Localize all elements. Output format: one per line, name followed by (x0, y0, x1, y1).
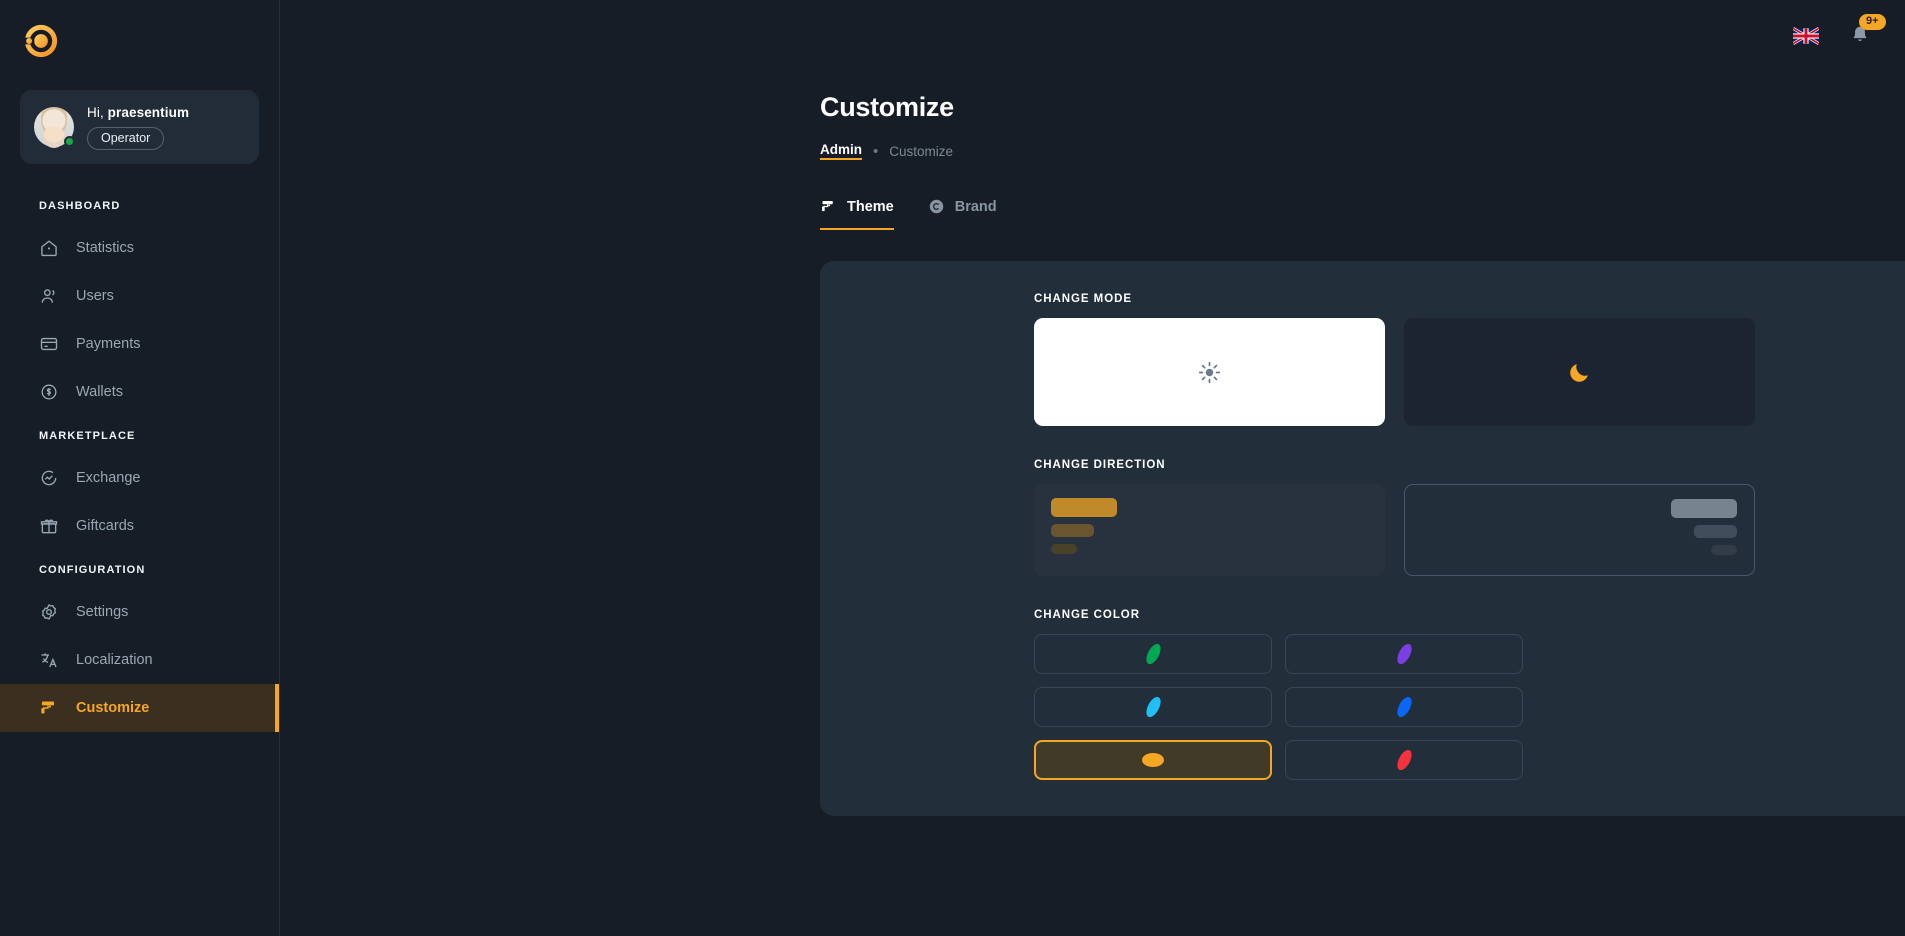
app-root: Hi, praesentium Operator DASHBOARD Stati… (0, 0, 1905, 936)
sidebar-item-label: Wallets (76, 384, 123, 400)
sidebar-item-localization[interactable]: Localization (0, 636, 279, 684)
color-swatch-orange (1142, 753, 1164, 767)
change-mode-options (820, 318, 1905, 426)
direction-option-ltr[interactable] (1034, 484, 1385, 576)
color-option-cyan[interactable] (1034, 687, 1272, 727)
sidebar-item-label: Statistics (76, 240, 135, 256)
sidebar-item-customize[interactable]: Customize (0, 684, 279, 732)
rtl-bar-large (1671, 499, 1737, 518)
sidebar-item-label: Localization (76, 652, 153, 668)
avatar (34, 107, 75, 147)
change-color-label: CHANGE COLOR (1034, 609, 1140, 621)
sidebar-item-label: Settings (76, 604, 129, 620)
change-color-options (820, 634, 1560, 780)
gift-icon (40, 519, 58, 534)
color-option-purple[interactable] (1285, 634, 1523, 674)
sidebar: Hi, praesentium Operator DASHBOARD Stati… (0, 0, 280, 936)
color-swatch-purple (1393, 641, 1415, 667)
paint-roller-icon (821, 200, 833, 212)
color-option-orange[interactable] (1034, 740, 1272, 780)
paint-roller-icon (41, 701, 54, 714)
page-header: Customize Admin • Customize (280, 72, 1905, 160)
tab-theme[interactable]: Theme (820, 198, 894, 230)
change-direction-section: CHANGE DIRECTION (820, 459, 1905, 576)
change-mode-section: CHANGE MODE (820, 293, 1905, 426)
change-mode-label: CHANGE MODE (1034, 293, 1132, 305)
profile-card[interactable]: Hi, praesentium Operator (20, 90, 259, 164)
greeting-text: Hi, (87, 104, 104, 120)
rtl-bar-medium (1694, 525, 1737, 538)
sidebar-item-label: Users (76, 288, 114, 304)
online-status-dot-icon (64, 136, 75, 147)
logo-container[interactable] (0, 0, 279, 72)
nav-group-label-configuration: CONFIGURATION (39, 564, 146, 576)
page-title: Customize (820, 92, 954, 122)
sidebar-item-payments[interactable]: Payments (0, 320, 279, 368)
role-badge: Operator (87, 126, 165, 150)
sidebar-nav: DASHBOARD Statistics Users Payments Wall… (0, 186, 279, 732)
mode-option-dark[interactable] (1404, 318, 1755, 426)
sidebar-item-statistics[interactable]: Statistics (0, 224, 279, 272)
breadcrumb: Admin • Customize (820, 142, 1905, 160)
sidebar-item-giftcards[interactable]: Giftcards (0, 502, 279, 550)
gear-icon (41, 604, 57, 620)
theme-settings-panel: CHANGE MODE CHANGE DIRECTION CHANGE COLO… (820, 261, 1905, 816)
sidebar-item-exchange[interactable]: Exchange (0, 454, 279, 502)
sun-icon (1198, 361, 1221, 383)
tab-brand[interactable]: Brand (928, 198, 997, 230)
mode-option-light[interactable] (1034, 318, 1385, 426)
tab-bar: Theme Brand (820, 198, 1905, 230)
color-swatch-red (1393, 747, 1415, 773)
home-icon (41, 240, 57, 257)
ltr-bar-large (1051, 498, 1117, 517)
moon-icon (1570, 363, 1588, 382)
rtl-bar-small (1711, 545, 1737, 555)
uk-flag-icon[interactable] (1793, 27, 1819, 45)
change-direction-label: CHANGE DIRECTION (1034, 459, 1166, 471)
sidebar-item-label: Customize (76, 700, 150, 716)
tab-label: Brand (954, 198, 997, 215)
nav-group-label-dashboard: DASHBOARD (39, 200, 121, 212)
copyright-circle-icon (929, 199, 943, 214)
exchange-chart-icon (41, 470, 57, 486)
notification-count-badge: 9+ (1859, 14, 1886, 30)
sidebar-item-wallets[interactable]: Wallets (0, 368, 279, 416)
tab-label: Theme (847, 198, 894, 215)
credit-card-icon (40, 337, 58, 351)
breadcrumb-parent-link[interactable]: Admin (820, 142, 862, 160)
breadcrumb-separator: • (873, 142, 879, 160)
ltr-bar-small (1051, 544, 1077, 554)
direction-option-rtl[interactable] (1404, 484, 1755, 576)
color-option-red[interactable] (1285, 740, 1523, 780)
color-swatch-blue (1393, 694, 1415, 720)
users-icon (41, 289, 55, 303)
color-swatch-green (1142, 641, 1164, 667)
translate-icon (41, 653, 57, 668)
topbar: 9+ (280, 0, 1905, 72)
sidebar-item-label: Giftcards (76, 518, 135, 534)
coin-icon (41, 384, 57, 400)
username: praesentium (107, 104, 190, 120)
sidebar-item-settings[interactable]: Settings (0, 588, 279, 636)
color-swatch-cyan (1142, 694, 1164, 720)
change-color-section: CHANGE COLOR (820, 609, 1905, 780)
sidebar-item-label: Payments (76, 336, 141, 352)
sidebar-item-label: Exchange (76, 470, 141, 486)
sidebar-item-users[interactable]: Users (0, 272, 279, 320)
color-option-blue[interactable] (1285, 687, 1523, 727)
main-content: 9+ Customize Admin • Customize Theme Bra… (280, 0, 1905, 936)
circle-c-logo-icon (22, 24, 58, 58)
greeting-line: Hi, praesentium (87, 105, 189, 120)
profile-text: Hi, praesentium Operator (87, 105, 189, 150)
ltr-bar-medium (1051, 524, 1094, 537)
change-direction-options (820, 484, 1905, 576)
color-option-green[interactable] (1034, 634, 1272, 674)
breadcrumb-current: Customize (889, 143, 954, 159)
notifications-button[interactable]: 9+ (1849, 14, 1886, 49)
nav-group-label-marketplace: MARKETPLACE (39, 430, 136, 442)
